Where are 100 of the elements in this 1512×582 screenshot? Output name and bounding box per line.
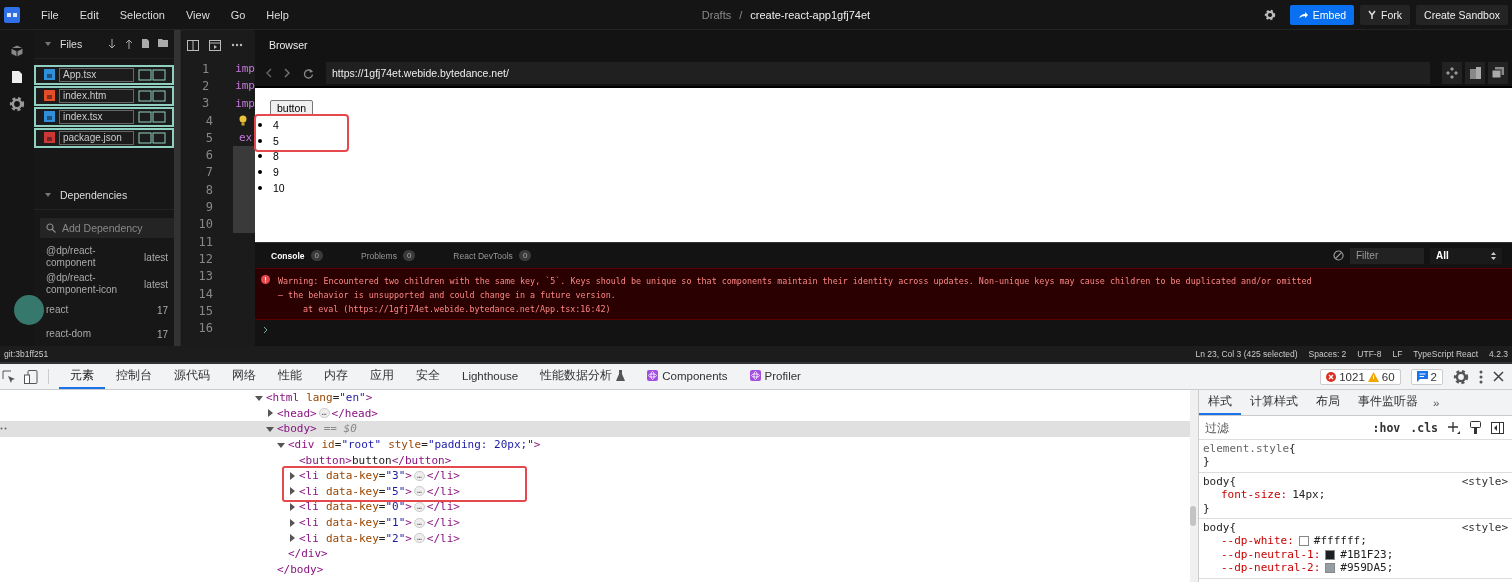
preview-icon[interactable] — [209, 39, 221, 51]
collapsed-triangle-icon[interactable] — [288, 471, 296, 480]
console-tab[interactable]: React DevTools 0 — [453, 250, 532, 261]
paint-icon[interactable] — [1470, 421, 1481, 434]
fork-button[interactable]: Fork — [1360, 4, 1411, 25]
status-item[interactable]: TypeScript React — [1413, 349, 1479, 359]
caret-icon[interactable] — [44, 40, 52, 48]
styles-tab[interactable]: 样式 — [1199, 390, 1241, 415]
menu-item[interactable]: Edit — [79, 8, 99, 21]
dom-node[interactable]: <html lang="en"> — [266, 391, 373, 405]
embed-button[interactable]: Embed — [1289, 4, 1355, 25]
create-sandbox-button[interactable]: Create Sandbox — [1416, 4, 1508, 25]
collapsed-triangle-icon[interactable] — [266, 409, 274, 418]
status-item[interactable]: Ln 23, Col 3 (425 selected) — [1195, 349, 1298, 359]
device-button[interactable] — [1465, 62, 1485, 84]
collapsed-triangle-icon[interactable] — [288, 502, 296, 511]
expanded-triangle-icon[interactable] — [255, 393, 263, 402]
devtools-tab[interactable]: 控制台 — [105, 364, 163, 389]
folder-icon[interactable] — [158, 39, 168, 47]
back-icon[interactable] — [265, 68, 272, 78]
lightbulb-icon[interactable] — [239, 115, 247, 127]
status-item[interactable]: Spaces: 2 — [1308, 349, 1347, 359]
color-swatch[interactable] — [1325, 562, 1336, 573]
messages-counter[interactable]: 2 — [1410, 368, 1443, 385]
collapsed-triangle-icon[interactable] — [288, 518, 296, 527]
menu-item[interactable]: Help — [266, 8, 289, 21]
more-icon[interactable] — [231, 43, 243, 47]
dom-node[interactable]: <div id="root" style="padding: 20px;"> — [288, 438, 541, 452]
styles-tab[interactable]: 布局 — [1307, 390, 1349, 415]
device-toolbar-icon[interactable] — [24, 369, 38, 384]
styles-tab[interactable]: 计算样式 — [1241, 390, 1307, 415]
scrollbar-thumb[interactable] — [1190, 506, 1196, 526]
dom-node[interactable]: <button>button</button> — [299, 453, 452, 467]
breadcrumb-link[interactable]: Drafts — [701, 8, 732, 21]
dom-node[interactable]: <li data-key="5"> … </li> — [299, 484, 460, 498]
source-link[interactable]: <style> — [1461, 474, 1508, 489]
status-item[interactable]: UTF-8 — [1357, 349, 1382, 359]
issues-counter[interactable]: 1021 60 — [1320, 368, 1401, 385]
cube-icon[interactable] — [10, 44, 24, 58]
file-row[interactable]: package.json — [34, 127, 174, 148]
selected-row[interactable]: <body> == $0 — [0, 421, 1190, 437]
cls-toggle[interactable]: .cls — [1410, 420, 1438, 435]
status-item[interactable]: 4.2.3 — [1489, 349, 1508, 359]
dependency-search-field[interactable]: Add Dependency — [40, 217, 174, 238]
menu-item[interactable]: View — [185, 8, 210, 21]
level-select[interactable]: All — [1430, 247, 1502, 264]
console-tab[interactable]: Problems 0 — [361, 250, 416, 261]
more-tabs-button[interactable]: » — [1427, 390, 1446, 415]
file-icon[interactable] — [11, 70, 23, 84]
dom-node[interactable]: <li data-key="1"> … </li> — [299, 516, 460, 530]
clear-icon[interactable] — [1333, 250, 1344, 261]
address-field[interactable]: https://1gfj74et.webide.bytedance.net/ — [326, 62, 1430, 84]
devtools-tab[interactable]: 元素 — [59, 364, 105, 389]
settings-icon[interactable] — [1263, 8, 1276, 21]
file-row[interactable]: App.tsx — [34, 64, 174, 85]
caret-icon[interactable] — [44, 190, 52, 199]
file-row[interactable]: index.tsx — [34, 106, 174, 127]
devtools-tab[interactable]: 性能数据分析 — [529, 364, 637, 389]
devtools-tab[interactable]: 应用 — [359, 364, 405, 389]
add-rule-icon[interactable] — [1448, 421, 1460, 434]
collapsed-triangle-icon[interactable] — [288, 487, 296, 496]
devtools-tab[interactable]: Components — [636, 364, 739, 389]
settings-icon[interactable] — [1453, 368, 1469, 385]
filter-field[interactable]: Filter — [1350, 247, 1424, 264]
settings-icon[interactable] — [9, 96, 25, 112]
dom-node[interactable]: <li data-key="3"> … </li> — [299, 469, 460, 483]
devtools-tab[interactable]: 源代码 — [163, 364, 221, 389]
dom-node[interactable]: <li data-key="0"> … </li> — [299, 500, 460, 514]
devtools-tab[interactable]: 性能 — [267, 364, 313, 389]
hov-toggle[interactable]: :hov — [1372, 420, 1401, 435]
logo-icon[interactable] — [4, 6, 20, 23]
color-swatch[interactable] — [1298, 536, 1309, 547]
arrow-down-icon[interactable] — [108, 39, 116, 49]
dom-node[interactable]: </body> — [277, 562, 324, 576]
expanded-triangle-icon[interactable] — [266, 425, 274, 433]
reload-icon[interactable] — [303, 67, 314, 79]
menu-item[interactable]: Selection — [119, 8, 165, 21]
close-icon[interactable] — [1493, 371, 1504, 382]
split-editor-icon[interactable] — [187, 39, 199, 51]
devtools-tab[interactable]: Profiler — [738, 364, 812, 389]
menu-item[interactable]: Go — [230, 8, 246, 21]
status-item[interactable]: LF — [1392, 349, 1403, 359]
file-row[interactable]: index.htm — [34, 85, 174, 106]
prompt-caret-icon[interactable] — [263, 326, 268, 334]
devtools-tab[interactable]: 安全 — [405, 364, 451, 389]
inspect-icon[interactable] — [2, 369, 16, 384]
more-vertical-icon[interactable] — [1479, 369, 1483, 384]
windows-button[interactable] — [1488, 62, 1508, 84]
dom-node[interactable]: <head> … </head> — [277, 406, 378, 420]
devtools-tab[interactable]: 内存 — [313, 364, 359, 389]
forward-icon[interactable] — [284, 68, 291, 78]
menu-item[interactable]: File — [41, 8, 59, 21]
dom-node[interactable]: <body> == $0 — [277, 422, 357, 436]
arrow-up-icon[interactable] — [125, 39, 133, 49]
sidebar-toggle-icon[interactable] — [1491, 421, 1504, 434]
source-link[interactable]: <style> — [1461, 521, 1508, 535]
styles-tab[interactable]: 事件监听器 — [1349, 390, 1427, 415]
devtools-tab[interactable]: 网络 — [221, 364, 267, 389]
expanded-triangle-icon[interactable] — [277, 440, 285, 449]
color-swatch[interactable] — [1325, 549, 1336, 560]
